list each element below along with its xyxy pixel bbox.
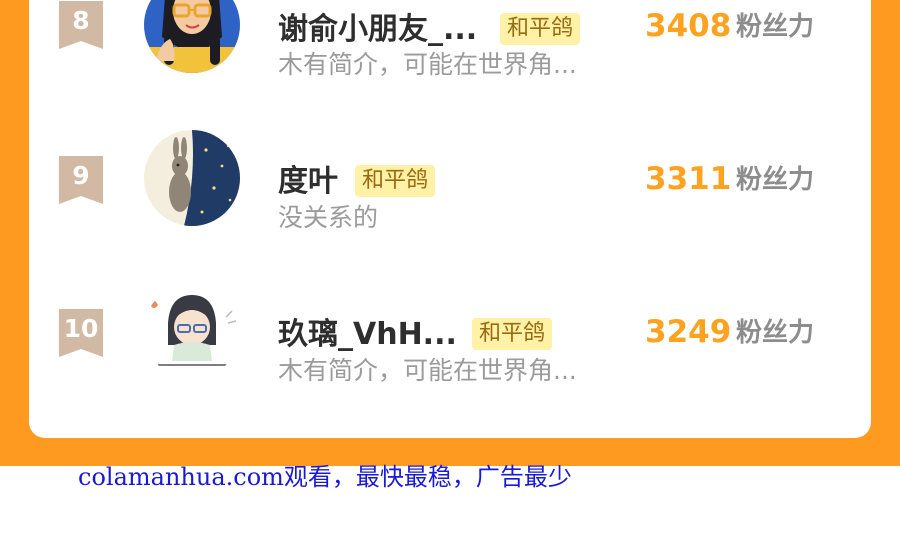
site-watermark-text: colamanhua.com观看，最快最稳，广告最少 (78, 463, 572, 491)
rank-badge: 10 (59, 309, 103, 357)
user-bio: 没关系的 (278, 203, 379, 232)
user-bio: 木有简介，可能在世界角... (278, 356, 577, 385)
fan-power-label: 粉丝力 (736, 165, 815, 195)
avatar[interactable] (144, 283, 240, 379)
rank-badge: 9 (59, 156, 103, 204)
user-name[interactable]: 谢俞小朋友_... (278, 12, 477, 48)
fan-power-label: 粉丝力 (736, 318, 815, 348)
avatar[interactable] (144, 0, 240, 73)
girl-with-glasses-avatar-icon (144, 0, 240, 73)
tag-badge: 和平鸽 (355, 165, 436, 197)
fan-power-label: 粉丝力 (736, 12, 815, 42)
tag-badge: 和平鸽 (472, 318, 553, 350)
ranking-row[interactable]: 8 谢俞小朋友_... 和平鸽 木有简介，可能在世界角... 3408 粉丝力 (29, 0, 871, 79)
ranking-row[interactable]: 9 度叶 和平鸽 没关系的 3311 粉丝力 (29, 113, 871, 232)
fan-ranking-card: 8 谢俞小朋友_... 和平鸽 木有简介，可能在世界角... 3408 粉丝力 (29, 0, 871, 438)
fan-power-score: 3408 (645, 8, 732, 44)
avatar[interactable] (144, 130, 240, 226)
chibi-girl-avatar-icon (144, 283, 240, 379)
rabbit-night-sky-avatar-icon (144, 130, 240, 226)
rank-badge: 8 (59, 1, 103, 49)
rank-number: 10 (63, 314, 99, 343)
ranking-row[interactable]: 10 玖璃_VhH... 和平鸽 木有简介，可能在世界角... 3249 粉丝力 (29, 266, 871, 385)
user-name[interactable]: 度叶 (278, 164, 338, 200)
user-bio: 木有简介，可能在世界角... (278, 50, 577, 79)
user-name[interactable]: 玖璃_VhH... (278, 317, 457, 353)
rank-number: 9 (72, 161, 90, 190)
fan-power-score: 3311 (645, 161, 732, 197)
rank-number: 8 (72, 6, 90, 35)
tag-badge: 和平鸽 (500, 13, 581, 45)
fan-power-score: 3249 (645, 314, 732, 350)
